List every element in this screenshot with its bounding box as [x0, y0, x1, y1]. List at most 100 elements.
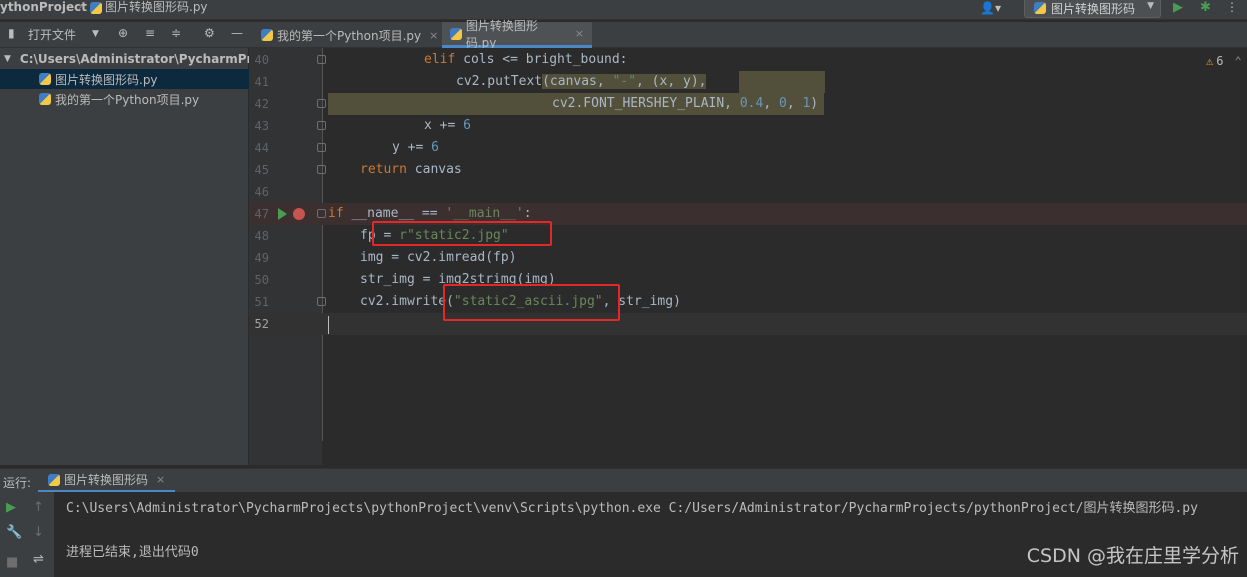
- code-token: cv2.putText: [456, 74, 543, 89]
- fold-icon[interactable]: [317, 297, 326, 306]
- line-number: 52: [254, 317, 269, 331]
- scroll-up-icon[interactable]: ↑: [33, 500, 44, 515]
- code-line: 40 elif cols <= bright_bound:: [249, 49, 1247, 71]
- warnings-badge[interactable]: ⚠ 6 ⌃: [1206, 54, 1242, 68]
- tree-file-item[interactable]: 图片转换图形码.py: [0, 69, 249, 89]
- code-token: (canvas,: [542, 74, 613, 89]
- code-token: cv2.FONT_HERSHEY_PLAIN,: [552, 96, 740, 111]
- close-icon[interactable]: ×: [429, 29, 438, 42]
- locate-icon[interactable]: ⊕: [118, 26, 128, 40]
- line-number: 43: [254, 119, 269, 133]
- code-editor[interactable]: 40 elif cols <= bright_bound: 41 cv2.put…: [249, 48, 1247, 465]
- code-token: elif: [424, 52, 464, 67]
- run-tab[interactable]: 图片转换图形码 ×: [38, 469, 176, 493]
- line-number: 40: [254, 53, 269, 67]
- console-exit-line: 进程已结束,退出代码0: [66, 545, 199, 560]
- fold-icon[interactable]: [317, 209, 326, 218]
- dropdown-icon[interactable]: ▼: [92, 29, 99, 39]
- soft-wrap-icon[interactable]: ⇌: [33, 552, 44, 567]
- rerun-icon[interactable]: ▶: [6, 500, 16, 515]
- code-token: , (x, y),: [636, 74, 707, 89]
- settings-icon[interactable]: ⚙: [204, 26, 215, 40]
- code-token: img = cv2.imread(fp): [360, 250, 517, 265]
- breadcrumb-file[interactable]: 图片转换图形码.py: [90, 1, 208, 14]
- close-icon[interactable]: ×: [156, 473, 165, 486]
- highlight-region: [739, 71, 825, 93]
- project-panel: ▼ C:\Users\Administrator\PycharmPr 图片转换图…: [0, 48, 249, 465]
- line-number: 51: [254, 295, 269, 309]
- text-caret: [328, 316, 329, 334]
- annotation-box: [372, 221, 552, 246]
- code-token: 0: [778, 96, 787, 111]
- expand-all-icon[interactable]: ≡: [145, 26, 155, 40]
- code-line: 49 img = cv2.imread(fp): [249, 247, 1247, 269]
- wrench-icon[interactable]: 🔧: [6, 525, 22, 540]
- run-gutter-icon[interactable]: [278, 208, 287, 220]
- code-line-current: 52: [249, 313, 1247, 335]
- line-number: 45: [254, 163, 269, 177]
- open-file-button[interactable]: 打开文件: [28, 26, 76, 43]
- code-token: ,: [763, 96, 779, 111]
- run-panel-header: 运行: 图片转换图形码 ×: [0, 468, 1247, 493]
- tree-root-label: C:\Users\Administrator\PycharmPr: [19, 52, 249, 66]
- code-line: 45 return canvas: [249, 159, 1247, 181]
- tree-root[interactable]: ▼ C:\Users\Administrator\PycharmPr: [0, 49, 249, 69]
- python-file-icon: [1034, 2, 1046, 14]
- more-icon[interactable]: ⋮: [1226, 0, 1238, 14]
- console-command-line: C:\Users\Administrator\PycharmProjects\p…: [66, 501, 1198, 516]
- fold-icon[interactable]: [317, 121, 326, 130]
- user-icon[interactable]: 👤▾: [980, 1, 1001, 15]
- line-number: 48: [254, 229, 269, 243]
- fold-icon[interactable]: [317, 55, 326, 64]
- code-token: :: [523, 206, 532, 221]
- title-bar: ythonProject › 图片转换图形码.py 👤▾ 图片转换图形码 ▼ ▶…: [0, 0, 1247, 20]
- tab-image-convert[interactable]: 图片转换图形码.py ×: [442, 19, 592, 50]
- breakpoint-icon[interactable]: [293, 208, 305, 220]
- code-token: 6: [431, 140, 439, 155]
- tab-label: 我的第一个Python项目.py: [277, 28, 422, 43]
- fold-icon[interactable]: [317, 143, 326, 152]
- breadcrumb-separator: ›: [78, 0, 83, 13]
- line-number: 42: [254, 97, 269, 111]
- run-toolbar: ▶ ↑ 🔧 ↓ ■ ⇌: [0, 492, 54, 577]
- run-icon[interactable]: ▶: [1173, 0, 1183, 15]
- breadcrumb-project[interactable]: ythonProject: [0, 0, 87, 15]
- python-file-icon: [39, 73, 51, 85]
- run-config-dropdown[interactable]: 图片转换图形码 ▼: [1024, 0, 1161, 18]
- debug-icon[interactable]: ✱: [1200, 0, 1211, 15]
- chevron-up-icon[interactable]: ⌃: [1234, 54, 1241, 68]
- code-line: 42 cv2.FONT_HERSHEY_PLAIN, 0.4, 0, 1): [249, 93, 1247, 115]
- tree-file-item[interactable]: 我的第一个Python项目.py: [0, 89, 249, 109]
- warnings-count: 6: [1216, 54, 1224, 68]
- fold-icon[interactable]: [317, 165, 326, 174]
- stop-icon[interactable]: ■: [6, 555, 18, 570]
- line-number: 47: [254, 207, 269, 221]
- annotation-box: [443, 284, 620, 321]
- scroll-down-icon[interactable]: ↓: [33, 525, 44, 540]
- project-toolbar: ▮ 打开文件 ▼ ⊕ ≡ ≑ ⚙ —: [0, 22, 249, 48]
- tab-first-project[interactable]: 我的第一个Python项目.py ×: [253, 22, 446, 48]
- project-view-icon: ▮: [8, 26, 15, 40]
- code-token: 6: [463, 118, 471, 133]
- warning-icon: ⚠: [1206, 54, 1214, 68]
- code-line: 41 cv2.putText(canvas, "-", (x, y),: [249, 71, 1247, 93]
- code-token: y +=: [392, 140, 432, 155]
- code-token: cols <= bright_bound:: [463, 52, 628, 67]
- editor-tabs: 我的第一个Python项目.py × 图片转换图形码.py ×: [249, 19, 1247, 50]
- collapse-all-icon[interactable]: ≑: [171, 26, 181, 40]
- code-line: 46: [249, 181, 1247, 203]
- line-number: 41: [254, 75, 269, 89]
- fold-icon[interactable]: [317, 99, 326, 108]
- close-icon[interactable]: ×: [575, 27, 584, 40]
- code-token: 0.4: [739, 96, 764, 111]
- run-panel-label: 运行:: [3, 476, 32, 490]
- code-token: canvas: [414, 162, 462, 177]
- tab-label: 图片转换图形码.py: [465, 18, 538, 50]
- line-number: 46: [254, 185, 269, 199]
- code-line: 43 x += 6: [249, 115, 1247, 137]
- code-token: return: [360, 162, 415, 177]
- hide-icon[interactable]: —: [231, 26, 243, 40]
- tree-file-label: 图片转换图形码.py: [55, 72, 158, 87]
- tree-file-label: 我的第一个Python项目.py: [55, 92, 200, 107]
- code-line: 51 cv2.imwrite("static2_ascii.jpg", str_…: [249, 291, 1247, 313]
